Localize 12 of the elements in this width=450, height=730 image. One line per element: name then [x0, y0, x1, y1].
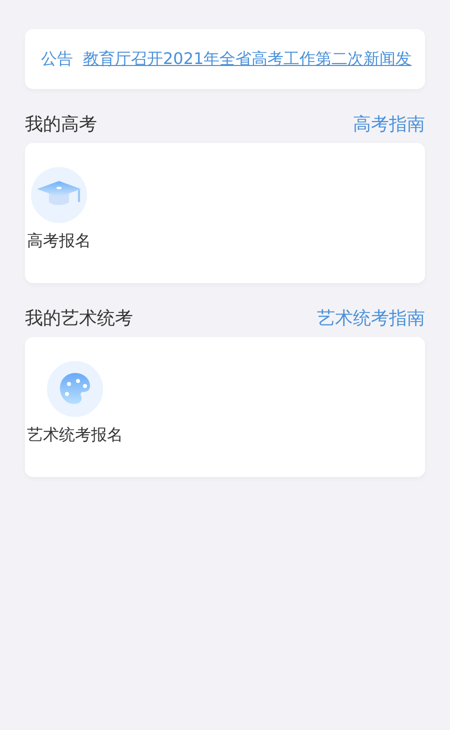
- notice-tag: 公告: [41, 47, 73, 71]
- entry-label: 艺术统考报名: [27, 424, 123, 446]
- notice-link[interactable]: 教育厅召开2021年全省高考工作第二次新闻发: [83, 47, 412, 71]
- section-title: 我的高考: [25, 112, 97, 136]
- section-title: 我的艺术统考: [25, 306, 133, 330]
- guide-link[interactable]: 高考指南: [353, 110, 425, 138]
- graduation-cap-icon: [31, 167, 87, 223]
- entry-label: 高考报名: [27, 230, 91, 252]
- palette-icon: [47, 361, 103, 417]
- guide-link[interactable]: 艺术统考指南: [317, 304, 425, 332]
- entry-tile[interactable]: 艺术统考报名: [27, 361, 123, 447]
- entry-tile[interactable]: 高考报名: [27, 167, 91, 253]
